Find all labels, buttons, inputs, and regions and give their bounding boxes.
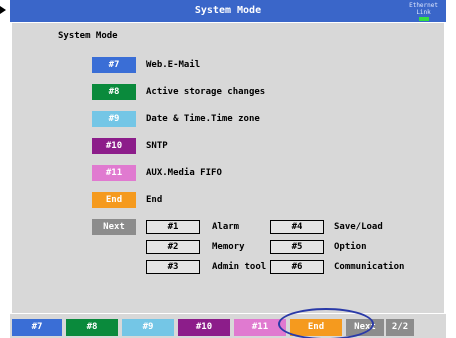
softkey-date-time[interactable]: #9 xyxy=(122,319,174,336)
softkey-active-storage[interactable]: #8 xyxy=(66,319,118,336)
next-item-key-memory: #2 xyxy=(146,240,200,254)
window-title: System Mode xyxy=(194,5,262,16)
softkey-bar: #7 #8 #9 #10 #11 End Next 2/2 xyxy=(10,314,446,338)
menu-label-aux-media: AUX.Media FIFO xyxy=(146,168,222,178)
next-item-label-admin-tool: Admin tool xyxy=(212,262,267,272)
menu-label-active-storage: Active storage changes xyxy=(146,87,266,97)
link-led-icon xyxy=(418,17,429,21)
menu-label-web-email: Web.E-Mail xyxy=(146,60,201,70)
softkey-sntp[interactable]: #10 xyxy=(178,319,230,336)
ethernet-label: Ethernet xyxy=(409,2,438,9)
highlight-ring xyxy=(278,308,374,338)
title-bar: System Mode Ethernet Link xyxy=(10,0,446,22)
next-item-key-communication: #6 xyxy=(270,260,324,274)
next-item-label-memory: Memory xyxy=(212,242,245,252)
next-item-label-option: Option xyxy=(334,242,367,252)
menu-key-active-storage[interactable]: #8 xyxy=(92,84,136,100)
system-mode-screen: System Mode Ethernet Link System Mode #7… xyxy=(10,0,446,338)
section-title: System Mode xyxy=(58,31,118,41)
menu-label-end: End xyxy=(146,195,163,205)
next-item-label-save-load: Save/Load xyxy=(334,222,383,232)
next-item-key-alarm: #1 xyxy=(146,220,200,234)
page-indicator: 2/2 xyxy=(386,319,414,336)
next-item-key-save-load: #4 xyxy=(270,220,324,234)
menu-key-web-email[interactable]: #7 xyxy=(92,57,136,73)
next-item-key-admin-tool: #3 xyxy=(146,260,200,274)
link-label: Link xyxy=(416,9,431,16)
ethernet-status: Ethernet Link xyxy=(409,2,438,21)
menu-key-date-time[interactable]: #9 xyxy=(92,111,136,127)
pointer-arrow-icon xyxy=(0,6,6,14)
menu-key-next[interactable]: Next xyxy=(92,219,136,235)
next-item-key-option: #5 xyxy=(270,240,324,254)
menu-key-sntp[interactable]: #10 xyxy=(92,138,136,154)
menu-key-end[interactable]: End xyxy=(92,192,136,208)
menu-key-aux-media[interactable]: #11 xyxy=(92,165,136,181)
menu-label-sntp: SNTP xyxy=(146,141,168,151)
menu-label-date-time: Date & Time.Time zone xyxy=(146,114,260,124)
softkey-web-email[interactable]: #7 xyxy=(12,319,62,336)
next-item-label-communication: Communication xyxy=(334,262,405,272)
next-item-label-alarm: Alarm xyxy=(212,222,240,232)
